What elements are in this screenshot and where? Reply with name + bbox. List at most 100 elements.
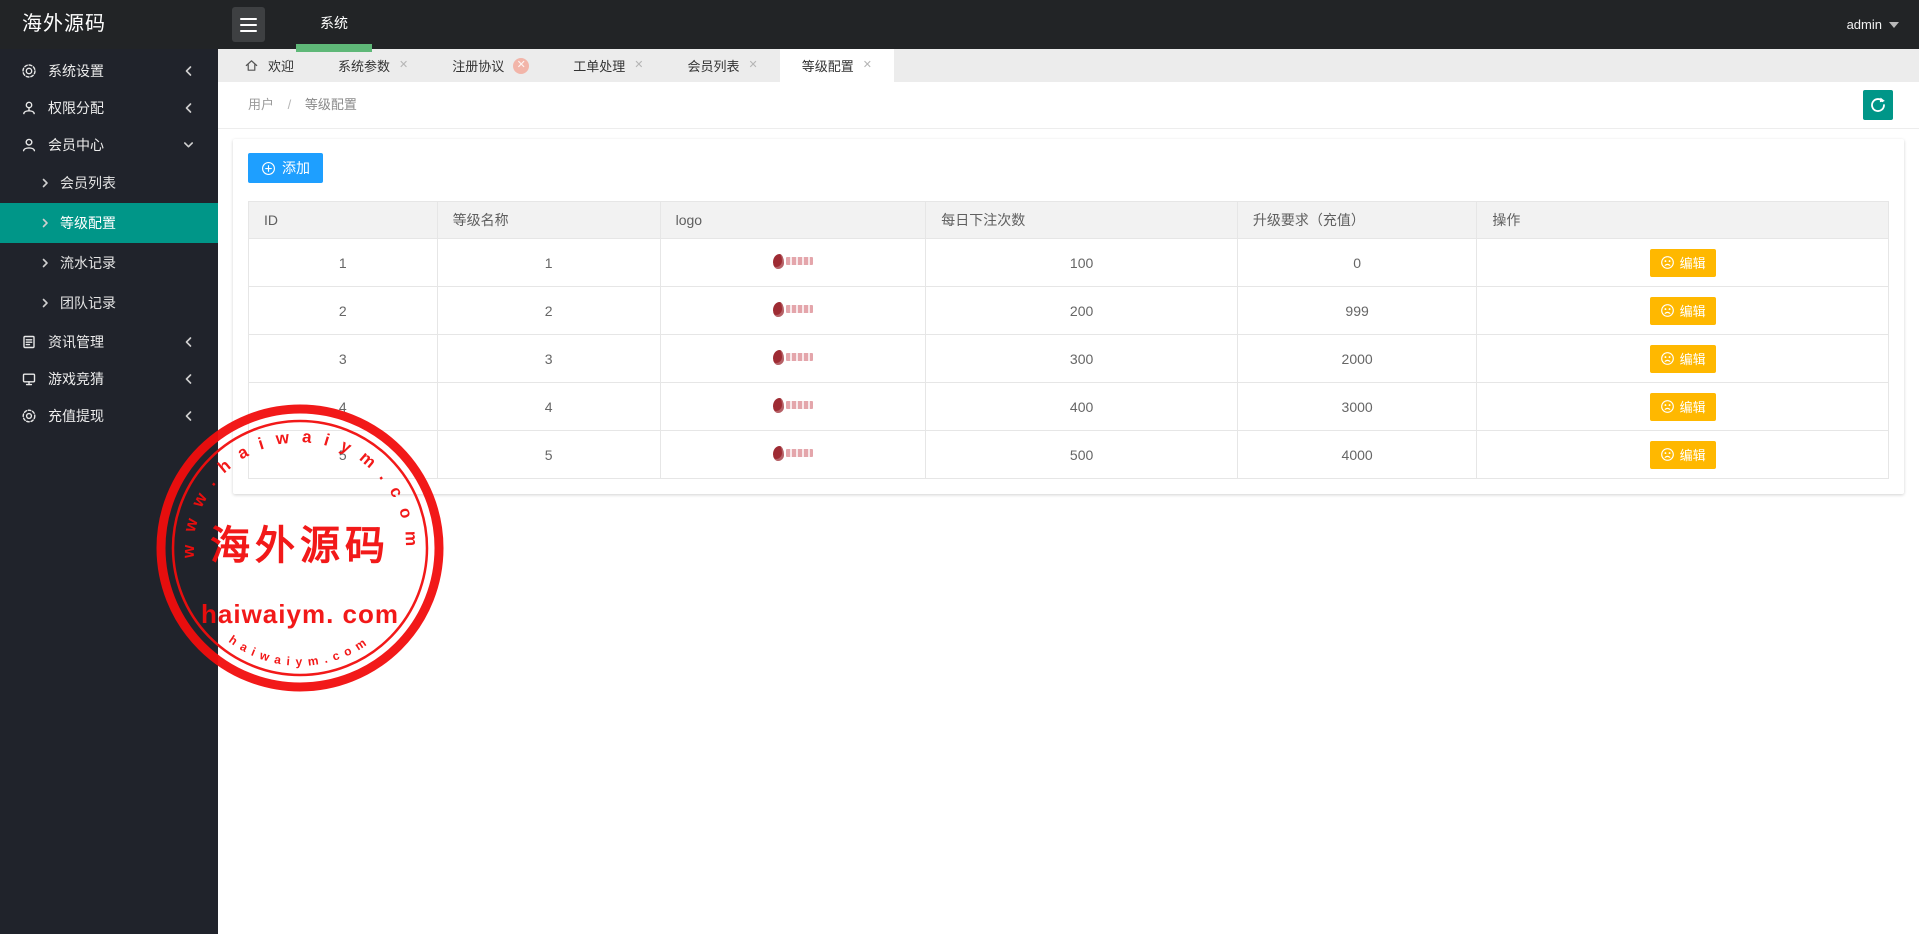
sidebar-item-news-management[interactable]: 资讯管理: [0, 323, 218, 360]
chevron-left-icon: [185, 336, 192, 347]
tab-system-params[interactable]: 系统参数 ✕: [316, 49, 430, 82]
recharge-gear-icon: [22, 408, 36, 423]
tab-welcome[interactable]: 欢迎: [222, 49, 316, 82]
edit-button-label: 编辑: [1679, 400, 1706, 415]
sidebar-subitem-label: 等级配置: [60, 215, 116, 231]
column-header-id: ID: [248, 201, 438, 239]
chevron-down-icon: [184, 141, 193, 147]
sidebar-item-label: 系统设置: [48, 62, 104, 79]
vip-logo-image: [772, 397, 813, 413]
sidebar-item-label: 游戏竞猜: [48, 370, 104, 387]
chevron-left-icon: [185, 65, 192, 76]
sad-face-icon: [1660, 352, 1674, 365]
sidebar: 系统设置 权限分配 会员中心 会员列表 等级配置 流水记录 团队记录 资讯管理 …: [0, 49, 218, 934]
column-header-level-name: 等级名称: [436, 201, 661, 239]
tab-label: 欢迎: [268, 59, 295, 74]
chevron-right-icon: [42, 178, 48, 188]
chevron-left-icon: [185, 373, 192, 384]
user-icon: [23, 101, 35, 114]
table-row: 3 3 300 2000 编辑: [248, 334, 1889, 383]
tab-label: 注册协议: [452, 59, 505, 74]
tab-member-list[interactable]: 会员列表 ✕: [666, 49, 780, 82]
user-menu[interactable]: admin: [1847, 0, 1899, 49]
edit-button-label: 编辑: [1679, 304, 1706, 319]
chevron-right-icon: [42, 298, 48, 308]
breadcrumb-separator: /: [287, 97, 292, 112]
tab-label: 系统参数: [338, 59, 391, 74]
app-logo: 海外源码: [22, 13, 106, 35]
tab-level-config[interactable]: 等级配置 ✕: [779, 49, 894, 82]
content-card: 添加 ID 等级名称 logo 每日下注次数 升级要求（充值） 操作 1 1 1…: [233, 139, 1904, 494]
edit-button[interactable]: 编辑: [1649, 344, 1716, 373]
close-icon[interactable]: ✕: [634, 60, 643, 71]
table-row: 1 1 100 0 编辑: [248, 238, 1889, 287]
sidebar-item-game-betting[interactable]: 游戏竞猜: [0, 360, 218, 397]
vip-logo-image: [772, 349, 813, 365]
tab-work-orders[interactable]: 工单处理 ✕: [551, 49, 665, 82]
main-area: 欢迎 系统参数 ✕ 注册协议 ✕ 工单处理 ✕ 会员列表 ✕ 等级配置 ✕ 用户…: [218, 49, 1919, 934]
breadcrumb-current: 等级配置: [304, 97, 357, 112]
column-header-actions: 操作: [1476, 201, 1889, 239]
sad-face-icon: [1660, 400, 1674, 413]
sidebar-subitem-label: 流水记录: [60, 255, 116, 271]
vip-logo-image: [772, 253, 813, 269]
chevron-right-icon: [42, 218, 48, 228]
nav-active-indicator: [296, 44, 372, 52]
sad-face-icon: [1660, 256, 1674, 269]
sidebar-item-label: 充值提现: [48, 407, 104, 424]
close-icon[interactable]: ✕: [513, 57, 530, 74]
sidebar-subitem-level-config[interactable]: 等级配置: [0, 203, 218, 243]
sidebar-subitem-team-records[interactable]: 团队记录: [0, 283, 218, 323]
table-row: 2 2 200 999 编辑: [248, 286, 1889, 335]
column-header-daily-bets: 每日下注次数: [925, 201, 1238, 239]
edit-button-label: 编辑: [1679, 448, 1706, 463]
sidebar-subitem-flow-records[interactable]: 流水记录: [0, 243, 218, 283]
sidebar-item-label: 权限分配: [48, 99, 104, 116]
sidebar-item-system-settings[interactable]: 系统设置: [0, 52, 218, 89]
edit-button[interactable]: 编辑: [1649, 440, 1716, 469]
column-header-upgrade-req: 升级要求（充值）: [1236, 201, 1478, 239]
table-row: 5 5 500 4000 编辑: [248, 430, 1889, 479]
close-icon[interactable]: ✕: [749, 60, 758, 71]
hamburger-menu-button[interactable]: [232, 7, 265, 42]
edit-button[interactable]: 编辑: [1649, 296, 1716, 325]
breadcrumb: 用户 / 等级配置: [218, 82, 1919, 128]
edit-button-label: 编辑: [1679, 352, 1706, 367]
close-icon[interactable]: ✕: [863, 60, 872, 71]
username-label: admin: [1846, 17, 1882, 32]
edit-button[interactable]: 编辑: [1649, 248, 1716, 277]
vip-logo-image: [772, 301, 813, 317]
level-config-table: ID 等级名称 logo 每日下注次数 升级要求（充值） 操作 1 1 100: [248, 201, 1889, 479]
tab-label: 工单处理: [573, 59, 626, 74]
column-header-logo: logo: [659, 201, 927, 239]
sidebar-item-label: 会员中心: [48, 136, 104, 153]
hamburger-icon: [240, 17, 257, 20]
chevron-right-icon: [42, 258, 48, 268]
tab-bar: 欢迎 系统参数 ✕ 注册协议 ✕ 工单处理 ✕ 会员列表 ✕ 等级配置 ✕: [218, 49, 1919, 82]
sidebar-item-recharge-withdraw[interactable]: 充值提现: [0, 397, 218, 434]
refresh-button[interactable]: [1863, 90, 1893, 120]
add-button[interactable]: 添加: [248, 153, 323, 183]
top-nav-item-system[interactable]: 系统: [296, 0, 372, 46]
sidebar-item-permissions[interactable]: 权限分配: [0, 89, 218, 126]
tab-label: 会员列表: [687, 59, 740, 74]
member-icon: [22, 138, 36, 151]
news-icon: [23, 335, 35, 348]
gear-icon: [22, 63, 36, 78]
tab-register-agreement[interactable]: 注册协议 ✕: [430, 49, 551, 82]
plus-circle-icon: [262, 161, 275, 175]
sidebar-subitem-label: 会员列表: [60, 175, 116, 191]
sidebar-item-label: 资讯管理: [48, 333, 104, 350]
sidebar-item-member-center[interactable]: 会员中心: [0, 126, 218, 163]
close-icon[interactable]: ✕: [399, 60, 408, 71]
refresh-icon: [1871, 97, 1885, 112]
sidebar-subitem-member-list[interactable]: 会员列表: [0, 163, 218, 203]
content-page: 添加 ID 等级名称 logo 每日下注次数 升级要求（充值） 操作 1 1 1…: [218, 129, 1919, 934]
sidebar-subitem-label: 团队记录: [60, 295, 116, 311]
sad-face-icon: [1660, 448, 1674, 461]
sad-face-icon: [1660, 304, 1674, 317]
vip-logo-image: [772, 445, 813, 461]
monitor-icon: [22, 373, 36, 385]
edit-button[interactable]: 编辑: [1649, 392, 1716, 421]
breadcrumb-bar: 用户 / 等级配置: [218, 82, 1919, 129]
